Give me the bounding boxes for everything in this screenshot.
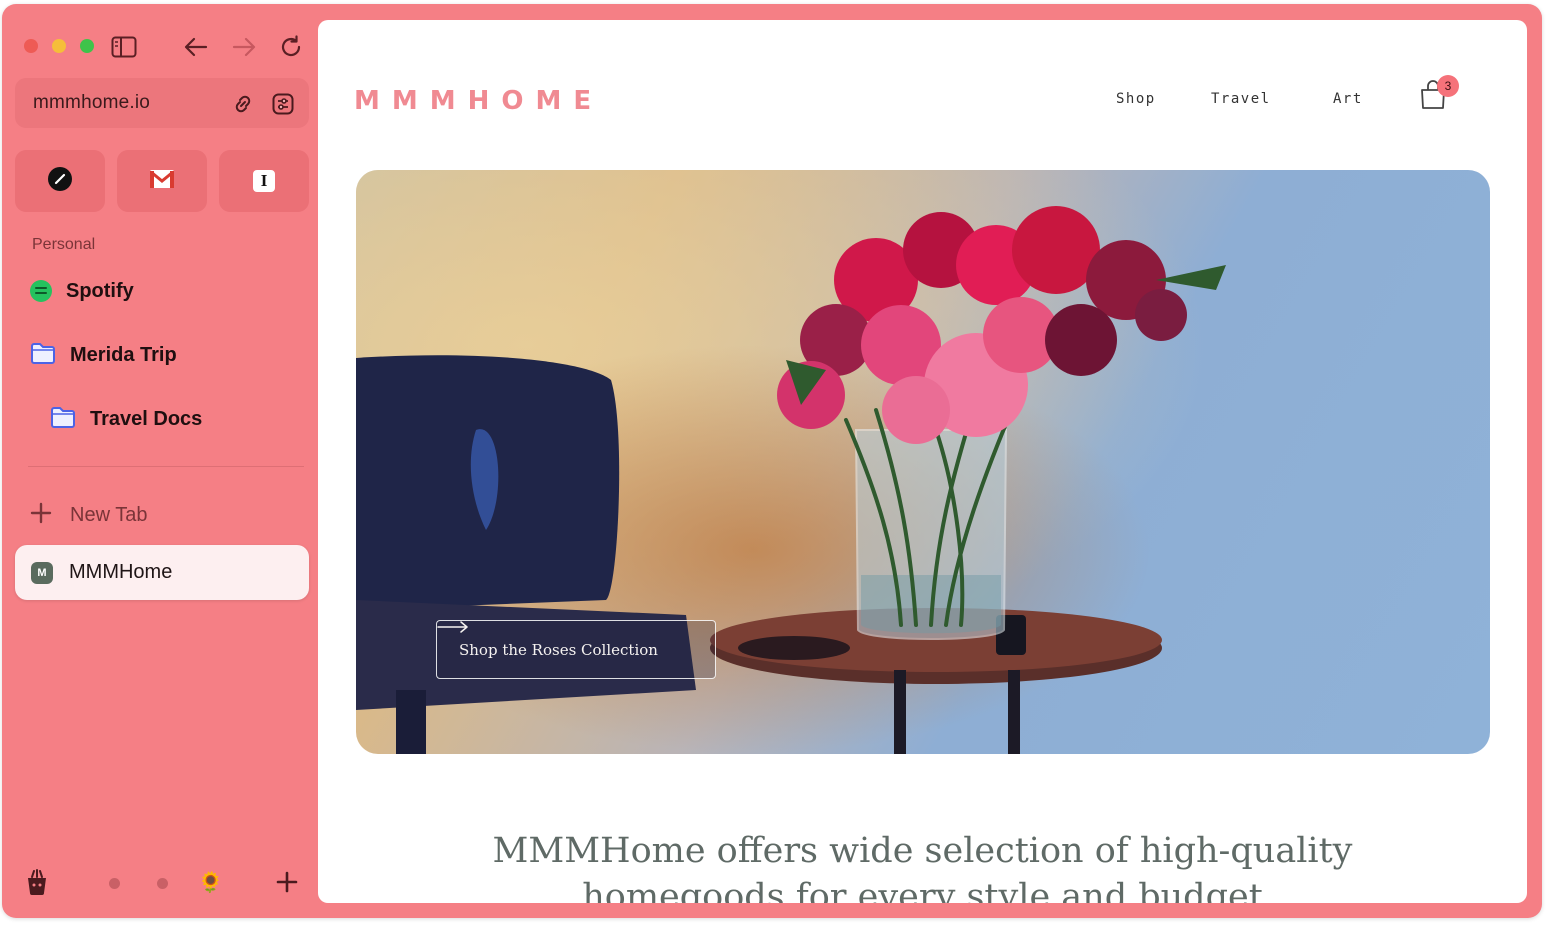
sidebar-divider	[28, 466, 304, 467]
browser-window: mmmhome.io I Personal Spotify Merida Tri…	[2, 4, 1542, 918]
library-icon[interactable]	[24, 868, 50, 896]
notion-icon	[47, 166, 73, 197]
cart-count-badge: 3	[1437, 75, 1459, 97]
folder-icon	[30, 341, 56, 370]
favorite-instapaper[interactable]: I	[219, 150, 309, 212]
sunflower-space-icon[interactable]: 🌻	[198, 870, 223, 895]
url-bar[interactable]: mmmhome.io	[15, 78, 309, 128]
space-dot[interactable]	[157, 878, 168, 889]
sidebar-item-label: Spotify	[66, 279, 134, 302]
minimize-window-button[interactable]	[52, 39, 66, 53]
new-tab-button[interactable]: New Tab	[30, 498, 147, 532]
site-tagline: MMMHome offers wide selection of high-qu…	[318, 828, 1527, 903]
forward-arrow-icon[interactable]	[230, 34, 258, 60]
nav-link-shop[interactable]: Shop	[1116, 91, 1156, 107]
cta-label: Shop the Roses Collection	[459, 640, 658, 659]
url-text[interactable]: mmmhome.io	[33, 92, 150, 114]
add-space-icon[interactable]	[276, 871, 298, 893]
reload-icon[interactable]	[277, 34, 305, 60]
tagline-line-1: MMMHome offers wide selection of high-qu…	[492, 831, 1353, 871]
folder-icon	[50, 405, 76, 434]
sidebar-folder-travel-docs[interactable]: Travel Docs	[50, 402, 202, 436]
web-content: MMMHOME Shop Travel Art 3 Shop the Roses…	[318, 20, 1527, 903]
back-arrow-icon[interactable]	[182, 34, 210, 60]
shop-roses-collection-button[interactable]: Shop the Roses Collection	[436, 620, 716, 679]
tagline-line-2: homegoods for every style and budget	[582, 877, 1263, 903]
site-settings-icon[interactable]	[271, 92, 295, 116]
gmail-icon	[149, 169, 175, 194]
new-tab-label: New Tab	[70, 503, 148, 526]
copy-link-icon[interactable]	[231, 92, 255, 116]
nav-link-art[interactable]: Art	[1333, 91, 1363, 107]
nav-link-travel[interactable]: Travel	[1211, 91, 1271, 107]
plus-icon	[30, 501, 56, 529]
space-dot[interactable]	[109, 878, 120, 889]
section-label-personal: Personal	[32, 236, 96, 253]
hero-image: Shop the Roses Collection	[356, 170, 1490, 754]
tab-mmmhome[interactable]: M MMMHome	[15, 545, 309, 600]
sidebar-item-spotify[interactable]: Spotify	[30, 274, 134, 308]
site-logo[interactable]: MMMHOME	[354, 86, 603, 116]
sidebar-toggle-icon[interactable]	[110, 34, 138, 60]
favorite-notion[interactable]	[15, 150, 105, 212]
maximize-window-button[interactable]	[80, 39, 94, 53]
sidebar-item-label: Travel Docs	[90, 407, 203, 430]
sidebar-folder-merida-trip[interactable]: Merida Trip	[30, 338, 177, 372]
sidebar-item-label: Merida Trip	[70, 343, 177, 366]
close-window-button[interactable]	[24, 39, 38, 53]
instapaper-glyph: I	[260, 171, 268, 190]
favorite-gmail[interactable]	[117, 150, 207, 212]
tab-label: MMMHome	[69, 561, 173, 583]
spotify-icon	[30, 280, 52, 302]
instapaper-icon: I	[253, 170, 275, 192]
mmmhome-favicon: M	[31, 561, 53, 584]
